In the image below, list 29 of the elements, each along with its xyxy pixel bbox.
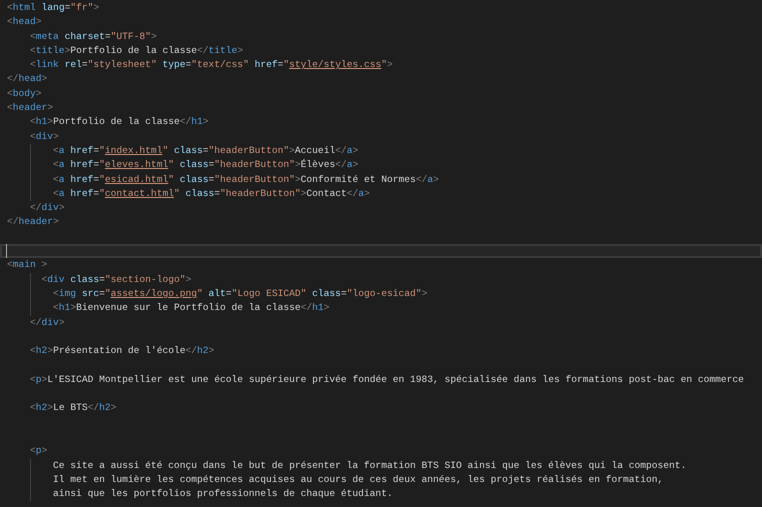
code-line: ainsi que les portfolios professionnels de chaque étudiant. xyxy=(53,487,393,502)
code-line: <h2>Le BTS</h2> xyxy=(30,401,116,416)
code-line: <body> xyxy=(7,86,42,101)
code-line: </header> xyxy=(7,215,59,230)
code-line: </div> xyxy=(30,316,65,330)
code-line: <a href="contact.html" class="headerButton">Contact</a> xyxy=(53,186,370,201)
code-line: <img src="assets/logo.png" alt="Logo ESICAD" class="logo-esicad"> xyxy=(53,286,428,301)
code-line: <h2>Présentation de l'école</h2> xyxy=(30,344,214,358)
code-line: <meta charset="UTF-8"> xyxy=(30,30,157,44)
code-line: <main > xyxy=(7,258,48,272)
code-line: <div class="section-logo"> xyxy=(42,272,192,287)
code-line: <a href="eleves.html" class="headerButton">Élèves</a> xyxy=(53,158,358,172)
code-line: <p> xyxy=(30,444,48,458)
code-line: </head> xyxy=(7,72,48,86)
text-cursor xyxy=(6,244,7,258)
code-line: <html lang="fr"> xyxy=(7,1,100,15)
code-line: Ce site a aussi été conçu dans le but de présenter la formation BTS SIO ainsi que les élèves qui la composent. xyxy=(53,458,686,472)
code-line: <title>Portfolio de la classe</title> xyxy=(30,44,244,58)
code-line: <link rel="stylesheet" type="text/css" href="style/styles.css"> xyxy=(30,58,393,72)
code-line: <a href="esicad.html" class="headerButton">Conformité et Normes</a> xyxy=(53,172,439,187)
code-line: Il met en lumière les compétences acquises au cours de ces deux années, les projets réalisés en formation, xyxy=(53,472,664,487)
code-line: <h1>Bienvenue sur le Portfolio de la classe</h1> xyxy=(53,301,330,316)
code-line: <head> xyxy=(7,15,42,30)
code-line: <div> xyxy=(30,130,59,144)
code-line: </div> xyxy=(30,201,65,216)
code-line: <header> xyxy=(7,101,54,116)
code-line: <p>L'ESICAD Montpellier est une école supérieure privée fondée en 1983, spécialisée dans les formations post-bac en commerce xyxy=(30,372,744,387)
code-line: <h1>Portfolio de la classe</h1> xyxy=(30,115,209,130)
code-line: <a href="index.html" class="headerButton">Accueil</a> xyxy=(53,144,358,158)
